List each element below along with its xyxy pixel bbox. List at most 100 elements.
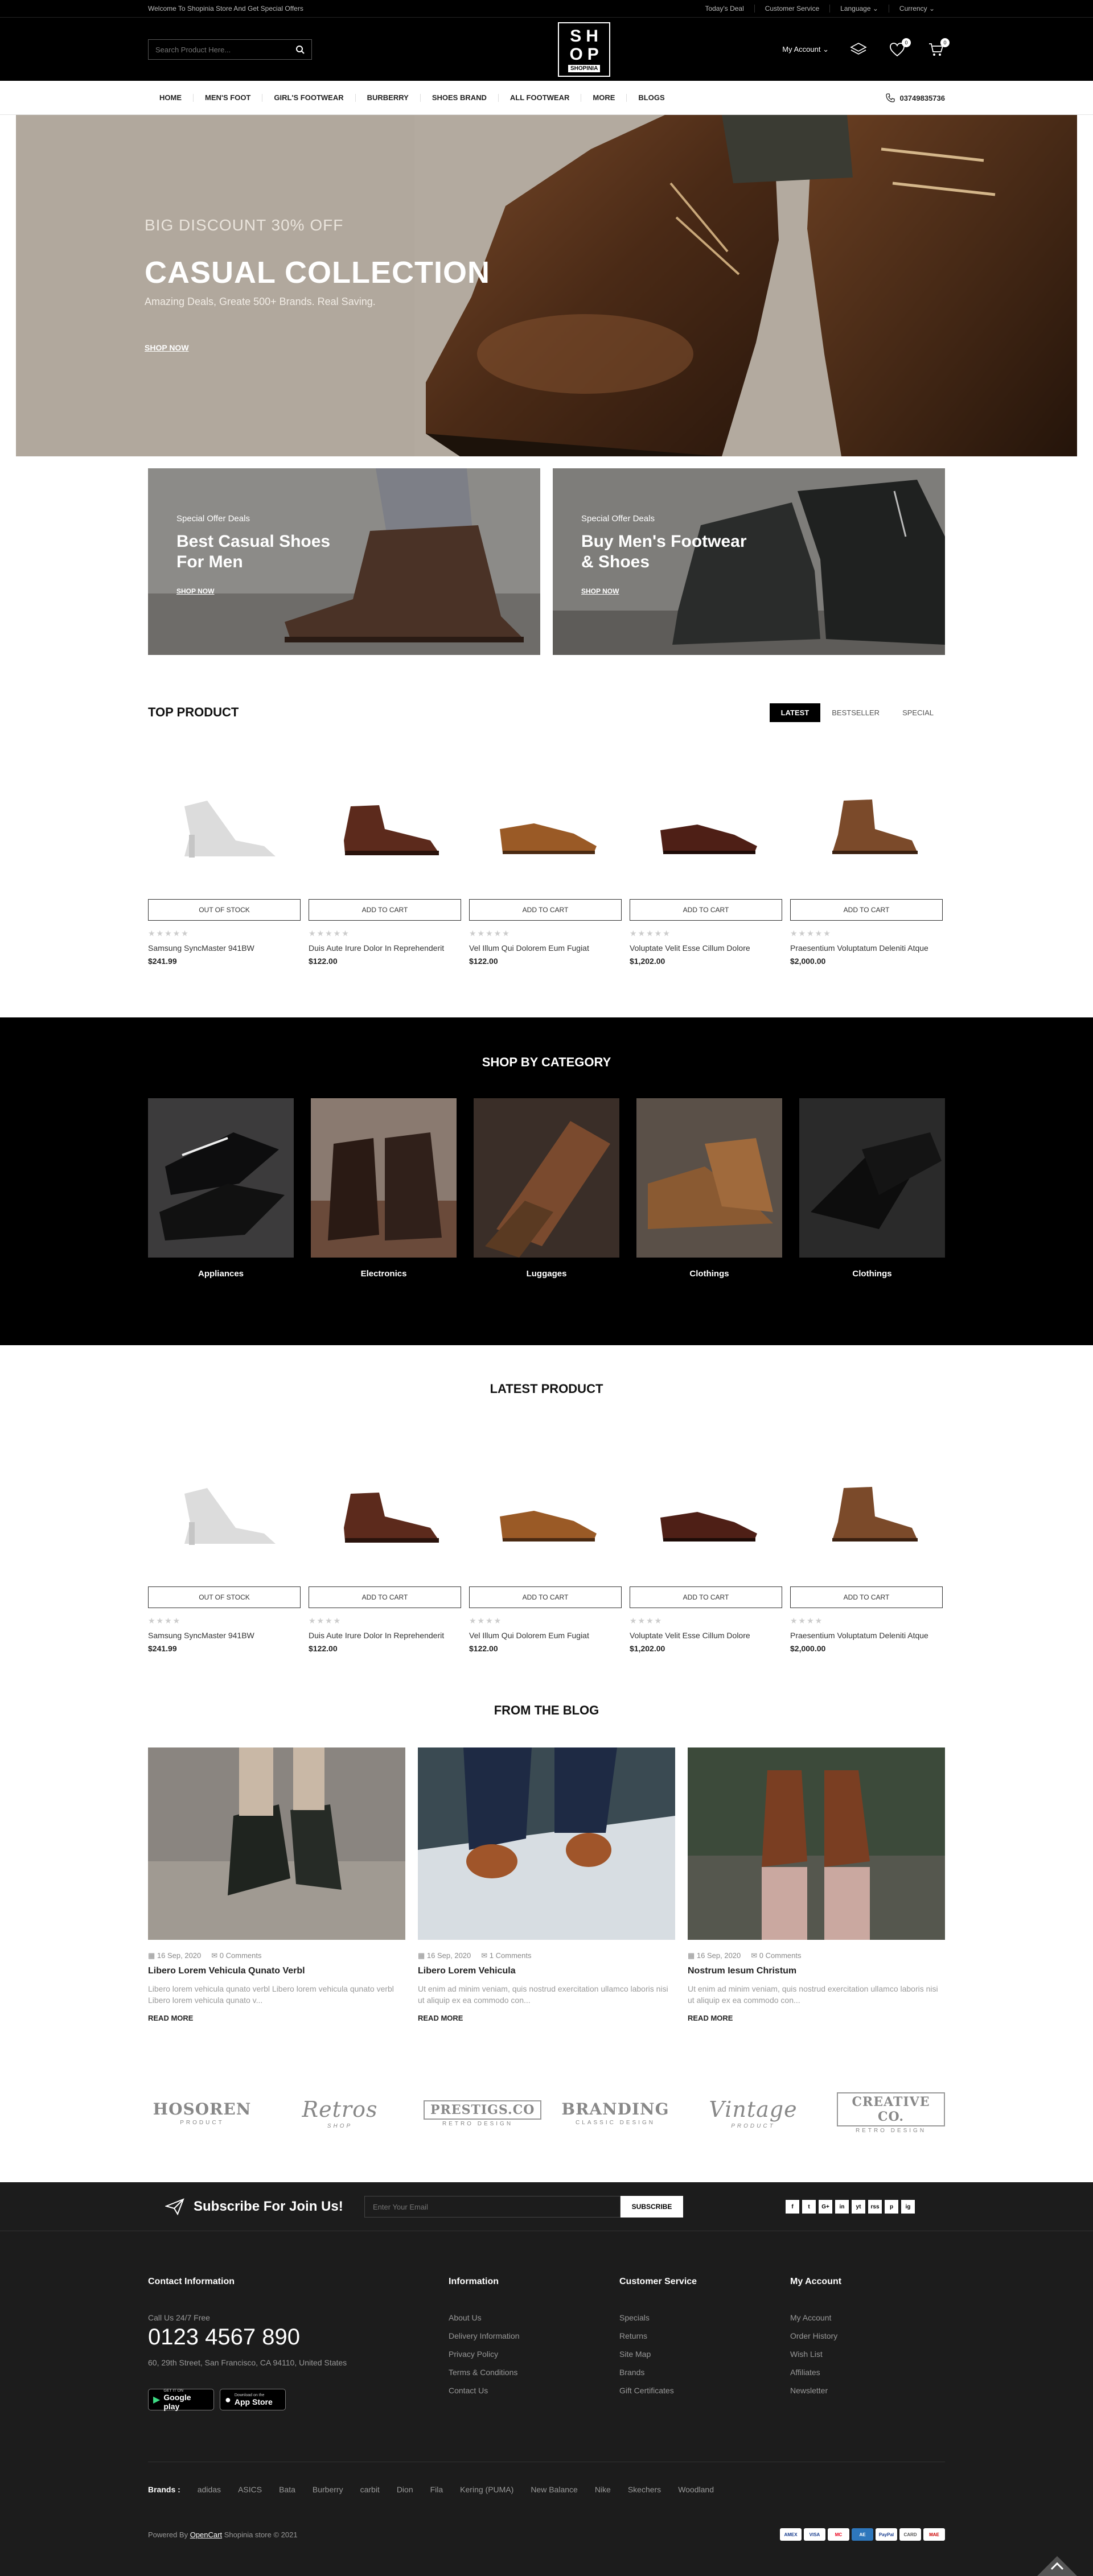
blog-post-title[interactable]: Nostrum Iesum Christum (688, 1966, 945, 1976)
footer-brand-link[interactable]: Skechers (628, 2485, 661, 2494)
add-to-cart-button[interactable]: ADD TO CART (469, 1586, 622, 1608)
product-image[interactable] (469, 1456, 622, 1577)
brand-logo[interactable]: Vintage PRODUCT (699, 2097, 807, 2129)
footer-brand-link[interactable]: Woodland (678, 2485, 714, 2494)
google-play-button[interactable]: ▶ GET IT ON Google play (148, 2389, 214, 2411)
tab-special[interactable]: SPECIAL (891, 703, 945, 722)
category-card[interactable]: Electronics (311, 1098, 457, 1279)
category-card[interactable]: Clothings (636, 1098, 782, 1279)
blog-image[interactable] (418, 1747, 675, 1940)
hero-shop-now-link[interactable]: SHOP NOW (145, 343, 189, 352)
product-card[interactable]: ADD TO CART ★★★★★ Vel Illum Qui Dolorem … (469, 768, 622, 966)
product-card[interactable]: OUT OF STOCK ★★★★★ Samsung SyncMaster 94… (148, 768, 301, 966)
layers-icon[interactable] (849, 40, 868, 59)
search-icon[interactable] (295, 45, 305, 54)
customer-service-link[interactable]: Customer Service (754, 5, 829, 13)
category-card[interactable]: Appliances (148, 1098, 294, 1279)
footer-link-wish-list[interactable]: Wish List (790, 2350, 945, 2359)
footer-link-site-map[interactable]: Site Map (619, 2350, 790, 2359)
linkedin-icon[interactable]: in (835, 2200, 849, 2214)
category-name[interactable]: Clothings (799, 1269, 945, 1279)
brand-logo[interactable]: PRESTIGS.CO RETRO DESIGN (424, 2099, 542, 2127)
footer-brand-link[interactable]: Dion (397, 2485, 413, 2494)
product-name[interactable]: Voluptate Velit Esse Cillum Dolore (630, 943, 782, 953)
product-image[interactable] (309, 1456, 461, 1577)
brand-logo[interactable]: CREATIVE CO. RETRO DESIGN (837, 2092, 945, 2134)
footer-link-brands[interactable]: Brands (619, 2368, 790, 2377)
contact-phone[interactable]: 0123 4567 890 (148, 2324, 449, 2350)
nav-item-girls-footwear[interactable]: Girl's Footwear (262, 94, 355, 102)
hero-banner[interactable]: BIG DISCOUNT 30% OFF CASUAL COLLECTION A… (16, 115, 1077, 456)
nav-item-all-footwear[interactable]: All Footwear (498, 94, 581, 102)
category-card[interactable]: Clothings (799, 1098, 945, 1279)
footer-brand-link[interactable]: ASICS (238, 2485, 262, 2494)
nav-item-blogs[interactable]: Blogs (626, 94, 676, 102)
read-more-link[interactable]: READ MORE (418, 2014, 675, 2022)
site-logo[interactable]: SHOP SHOPINIA (558, 22, 611, 77)
footer-link-privacy[interactable]: Privacy Policy (449, 2350, 619, 2359)
footer-brand-link[interactable]: Kering (PUMA) (460, 2485, 513, 2494)
product-image[interactable] (790, 1456, 943, 1577)
instagram-icon[interactable]: ig (901, 2200, 915, 2214)
footer-link-about-us[interactable]: About Us (449, 2313, 619, 2322)
footer-brand-link[interactable]: adidas (198, 2485, 221, 2494)
opencart-link[interactable]: OpenCart (190, 2530, 222, 2539)
out-of-stock-button[interactable]: OUT OF STOCK (148, 899, 301, 921)
footer-link-contact[interactable]: Contact Us (449, 2386, 619, 2395)
nav-item-shoes-brand[interactable]: Shoes Brand (420, 94, 498, 102)
pinterest-icon[interactable]: p (885, 2200, 898, 2214)
product-card[interactable]: ADD TO CART ★★★★ Voluptate Velit Esse Ci… (630, 1456, 782, 1653)
add-to-cart-button[interactable]: ADD TO CART (630, 1586, 782, 1608)
category-image[interactable] (148, 1098, 294, 1258)
product-name[interactable]: Praesentium Voluptatum Deleniti Atque (790, 943, 943, 953)
footer-link-order-history[interactable]: Order History (790, 2331, 945, 2340)
product-image[interactable] (148, 768, 301, 890)
nav-item-mens-foot[interactable]: Men's Foot (193, 94, 262, 102)
footer-brand-link[interactable]: New Balance (531, 2485, 578, 2494)
product-name[interactable]: Vel Illum Qui Dolorem Eum Fugiat (469, 1630, 622, 1641)
product-name[interactable]: Samsung SyncMaster 941BW (148, 1630, 301, 1641)
product-card[interactable]: ADD TO CART ★★★★ Praesentium Voluptatum … (790, 1456, 943, 1653)
facebook-icon[interactable]: f (786, 2200, 799, 2214)
banner-shop-now-link[interactable]: SHOP NOW (581, 587, 619, 595)
footer-link-specials[interactable]: Specials (619, 2313, 790, 2322)
search-box[interactable] (148, 39, 312, 60)
blog-post-title[interactable]: Libero Lorem Vehicula (418, 1966, 675, 1976)
product-name[interactable]: Duis Aute Irure Dolor In Reprehenderit (309, 943, 461, 953)
blog-post[interactable]: ▦ 16 Sep, 2020 ✉ 1 Comments Libero Lorem… (418, 1747, 675, 2022)
email-input[interactable] (364, 2196, 621, 2218)
twitter-icon[interactable]: t (802, 2200, 816, 2214)
blog-post-title[interactable]: Libero Lorem Vehicula Qunato Verbl (148, 1966, 405, 1976)
category-name[interactable]: Clothings (636, 1269, 782, 1279)
category-name[interactable]: Appliances (148, 1269, 294, 1279)
product-card[interactable]: ADD TO CART ★★★★ Vel Illum Qui Dolorem E… (469, 1456, 622, 1653)
out-of-stock-button[interactable]: OUT OF STOCK (148, 1586, 301, 1608)
my-account-dropdown[interactable]: My Account ⌄ (782, 45, 829, 54)
product-image[interactable] (309, 768, 461, 890)
brand-logo[interactable]: HOSOREN PRODUCT (148, 2100, 256, 2126)
category-image[interactable] (474, 1098, 619, 1258)
read-more-link[interactable]: READ MORE (148, 2014, 405, 2022)
add-to-cart-button[interactable]: ADD TO CART (309, 1586, 461, 1608)
category-image[interactable] (636, 1098, 782, 1258)
blog-post[interactable]: ▦ 16 Sep, 2020 ✉ 0 Comments Libero Lorem… (148, 1747, 405, 2022)
category-card[interactable]: Luggages (474, 1098, 619, 1279)
footer-brand-link[interactable]: Bata (279, 2485, 295, 2494)
brand-logo[interactable]: BRANDING CLASSIC DESIGN (561, 2100, 669, 2126)
footer-brand-link[interactable]: Burberry (313, 2485, 343, 2494)
product-image[interactable] (630, 768, 782, 890)
offer-banner-casual[interactable]: Special Offer Deals Best Casual Shoes Fo… (148, 468, 540, 655)
youtube-icon[interactable]: yt (852, 2200, 865, 2214)
product-name[interactable]: Duis Aute Irure Dolor In Reprehenderit (309, 1630, 461, 1641)
read-more-link[interactable]: READ MORE (688, 2014, 945, 2022)
add-to-cart-button[interactable]: ADD TO CART (469, 899, 622, 921)
nav-item-burberry[interactable]: Burberry (355, 94, 420, 102)
product-image[interactable] (469, 768, 622, 890)
product-image[interactable] (630, 1456, 782, 1577)
search-input[interactable] (155, 45, 286, 54)
todays-deal-link[interactable]: Today's Deal (695, 5, 754, 13)
header-phone[interactable]: 03749835736 (886, 93, 945, 102)
product-name[interactable]: Praesentium Voluptatum Deleniti Atque (790, 1630, 943, 1641)
category-name[interactable]: Luggages (474, 1269, 619, 1279)
brand-logo[interactable]: Retros SHOP (286, 2097, 394, 2129)
